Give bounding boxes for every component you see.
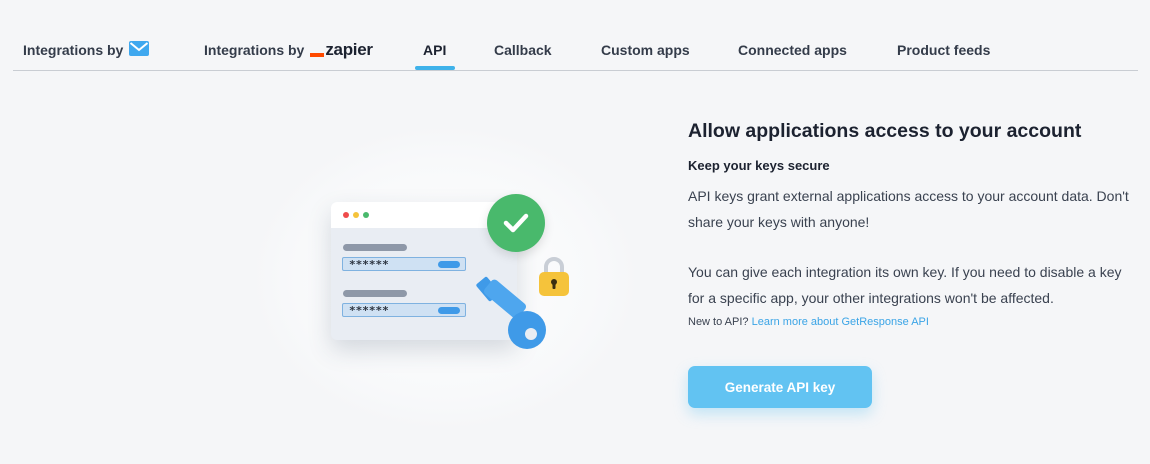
window-dot-red (343, 212, 349, 218)
top-navigation: Integrations by Integrations by zapier A… (0, 0, 1150, 71)
api-keys-illustration: ****** ****** (255, 128, 635, 428)
page-title: Allow applications access to your accoun… (688, 120, 1082, 142)
tab-callback[interactable]: Callback (494, 40, 552, 60)
active-tab-indicator (414, 66, 455, 70)
field-label-line (343, 244, 407, 251)
tab-product-feeds[interactable]: Product feeds (897, 40, 990, 60)
field-label-line (343, 290, 407, 297)
window-dot-green (363, 212, 369, 218)
tab-integrations-zapier[interactable]: Integrations by zapier (204, 40, 373, 60)
learn-prefix: New to API? (688, 316, 749, 328)
learn-more-line: New to API? Learn more about GetResponse… (688, 316, 929, 328)
masked-key-field: ****** (342, 257, 466, 271)
tab-label: Product feeds (897, 42, 991, 58)
zapier-logo: zapier (310, 40, 373, 60)
tab-label: Integrations by (204, 42, 305, 58)
section-subtitle: Keep your keys secure (688, 158, 830, 173)
tab-label: Custom apps (601, 42, 690, 58)
tab-label: Callback (494, 42, 552, 58)
tab-bar: Integrations by Integrations by zapier A… (13, 0, 1138, 71)
tab-label: Connected apps (738, 42, 847, 58)
envelope-icon (129, 41, 150, 59)
integration-key-description: You can give each integration its own ke… (688, 264, 1122, 306)
tab-label: API (423, 42, 447, 58)
tab-connected-apps[interactable]: Connected apps (738, 40, 847, 60)
tab-label: Integrations by (23, 42, 124, 58)
masked-key-field: ****** (342, 303, 466, 317)
tab-custom-apps[interactable]: Custom apps (601, 40, 690, 60)
generate-api-key-button[interactable]: Generate API key (688, 366, 872, 408)
tab-integrations-getresponse[interactable]: Integrations by (23, 40, 150, 60)
learn-more-link[interactable]: Learn more about GetResponse API (752, 316, 929, 328)
security-description: API keys grant external applications acc… (688, 188, 1129, 230)
checkmark-icon (487, 194, 545, 252)
window-dot-yellow (353, 212, 359, 218)
tab-api[interactable]: API (414, 40, 455, 70)
key-icon (473, 276, 553, 356)
